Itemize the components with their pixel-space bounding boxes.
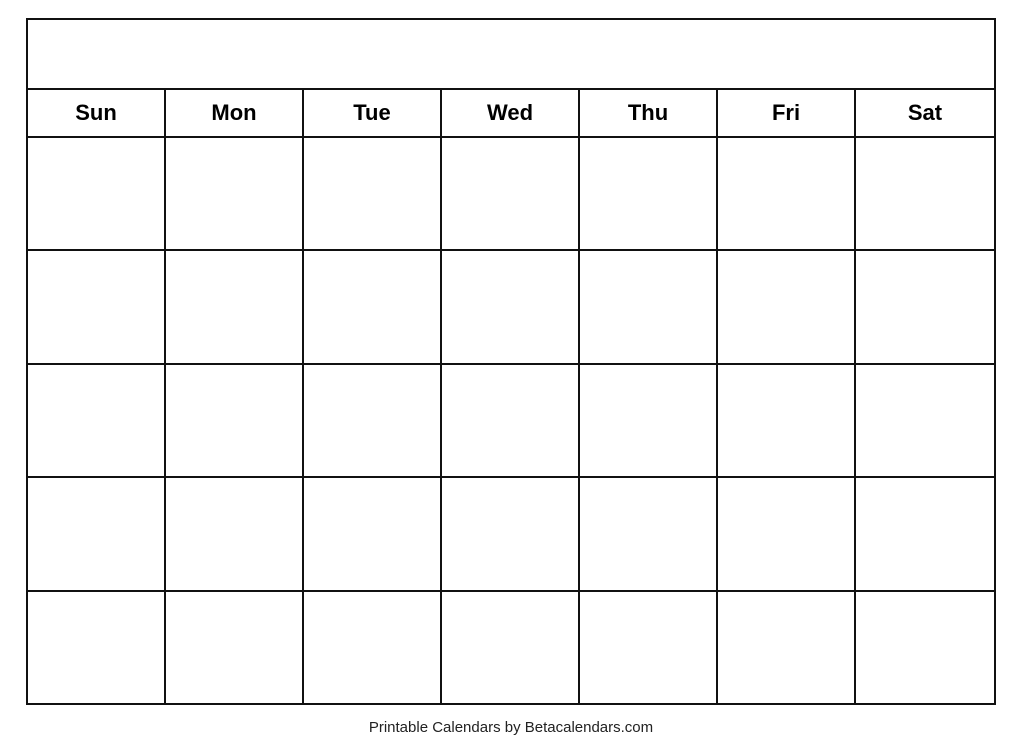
week-row-3 [28, 365, 994, 478]
day-cell[interactable] [166, 251, 304, 362]
header-wed: Wed [442, 90, 580, 136]
day-cell[interactable] [304, 365, 442, 476]
day-cell[interactable] [580, 592, 718, 703]
week-row-5 [28, 592, 994, 703]
week-row-2 [28, 251, 994, 364]
day-cell[interactable] [718, 592, 856, 703]
day-cell[interactable] [442, 251, 580, 362]
day-cell[interactable] [166, 592, 304, 703]
day-cell[interactable] [718, 365, 856, 476]
day-cell[interactable] [166, 138, 304, 249]
day-cell[interactable] [166, 478, 304, 589]
day-cell[interactable] [856, 478, 994, 589]
day-cell[interactable] [304, 592, 442, 703]
page-wrapper: Sun Mon Tue Wed Thu Fri Sat [0, 0, 1022, 741]
day-cell[interactable] [28, 478, 166, 589]
day-cell[interactable] [718, 251, 856, 362]
calendar-header-row: Sun Mon Tue Wed Thu Fri Sat [28, 90, 994, 138]
day-cell[interactable] [304, 478, 442, 589]
day-cell[interactable] [856, 251, 994, 362]
header-fri: Fri [718, 90, 856, 136]
day-cell[interactable] [304, 251, 442, 362]
header-sat: Sat [856, 90, 994, 136]
day-cell[interactable] [28, 251, 166, 362]
day-cell[interactable] [580, 138, 718, 249]
day-cell[interactable] [442, 478, 580, 589]
day-cell[interactable] [28, 365, 166, 476]
calendar-container: Sun Mon Tue Wed Thu Fri Sat [26, 18, 996, 705]
day-cell[interactable] [304, 138, 442, 249]
day-cell[interactable] [28, 592, 166, 703]
day-cell[interactable] [856, 592, 994, 703]
day-cell[interactable] [442, 365, 580, 476]
day-cell[interactable] [580, 478, 718, 589]
day-cell[interactable] [442, 138, 580, 249]
header-tue: Tue [304, 90, 442, 136]
day-cell[interactable] [718, 138, 856, 249]
day-cell[interactable] [166, 365, 304, 476]
day-cell[interactable] [442, 592, 580, 703]
week-row-4 [28, 478, 994, 591]
header-mon: Mon [166, 90, 304, 136]
day-cell[interactable] [718, 478, 856, 589]
calendar-body [28, 138, 994, 703]
header-sun: Sun [28, 90, 166, 136]
day-cell[interactable] [856, 365, 994, 476]
week-row-1 [28, 138, 994, 251]
calendar-title [28, 20, 994, 90]
day-cell[interactable] [28, 138, 166, 249]
day-cell[interactable] [580, 365, 718, 476]
header-thu: Thu [580, 90, 718, 136]
footer-text: Printable Calendars by Betacalendars.com [369, 719, 653, 736]
day-cell[interactable] [580, 251, 718, 362]
day-cell[interactable] [856, 138, 994, 249]
